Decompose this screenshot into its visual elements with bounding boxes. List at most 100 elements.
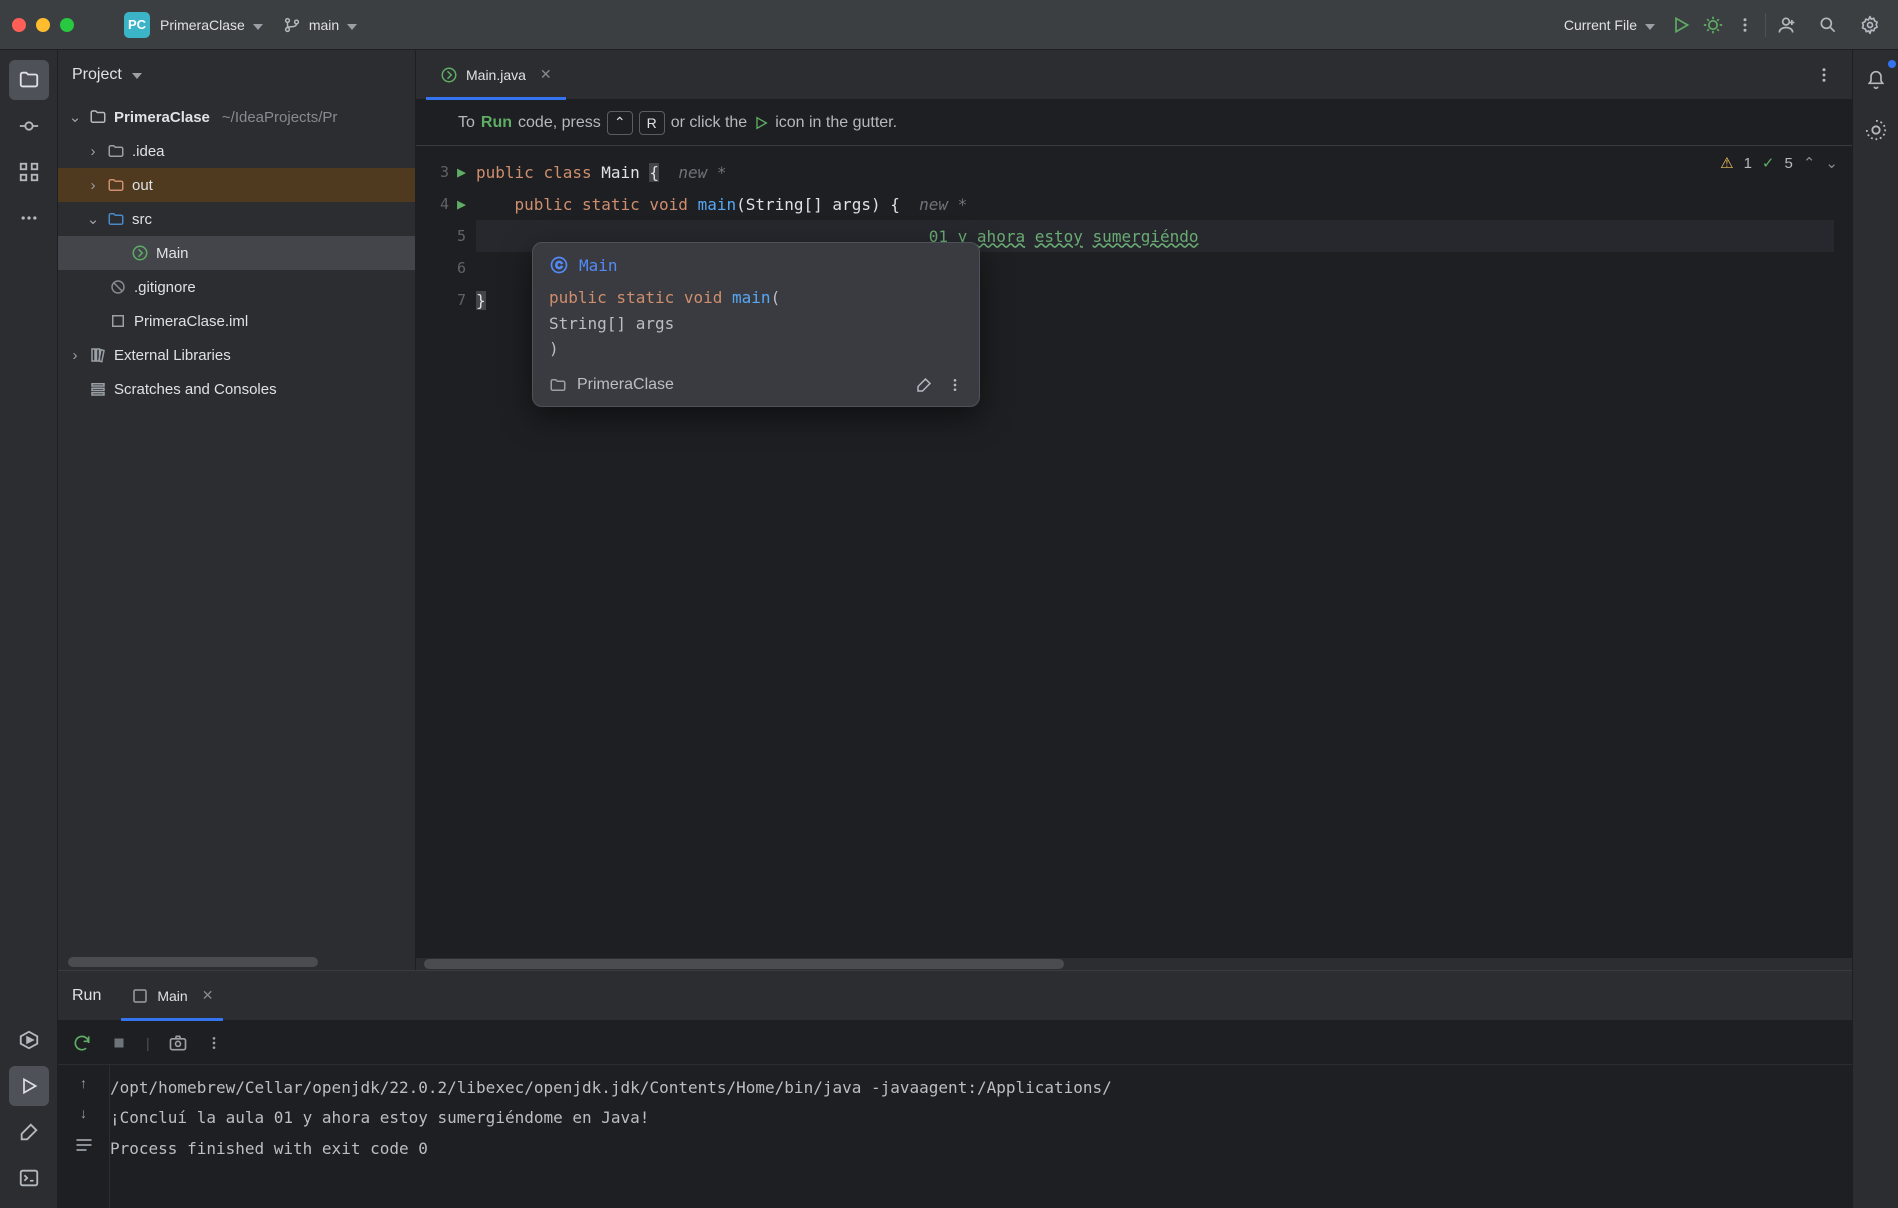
gutter-run-icon[interactable]: ▶	[457, 195, 466, 213]
folder-icon	[106, 176, 126, 194]
maximize-window-button[interactable]	[60, 18, 74, 32]
tree-file-gitignore[interactable]: .gitignore	[58, 270, 415, 304]
soft-wrap-button[interactable]	[74, 1135, 94, 1155]
code-content[interactable]: public class Main { new * public static …	[476, 146, 1834, 958]
stop-button[interactable]	[110, 1034, 128, 1052]
quick-doc-popup: C Main public static void main( String[]…	[532, 242, 980, 407]
run-title: Run	[72, 987, 101, 1005]
edit-icon[interactable]	[915, 376, 933, 394]
banner-text: To	[458, 114, 475, 132]
notifications-button[interactable]	[1856, 60, 1896, 100]
console-line: Process finished with exit code 0	[110, 1134, 1838, 1164]
close-tab-icon[interactable]: ✕	[540, 66, 552, 83]
editor-area: Main.java ✕ To Run code, press ⌃	[416, 50, 1852, 970]
class-icon	[130, 244, 150, 262]
console-line: ¡Concluí la aula 01 y ahora estoy sumerg…	[110, 1103, 1838, 1133]
window-controls	[12, 18, 74, 32]
run-side-toolbar: ↑ ↓	[58, 1065, 110, 1208]
settings-button[interactable]	[1854, 9, 1886, 41]
more-actions-button[interactable]	[1729, 9, 1761, 41]
editor-tab-more-button[interactable]	[1808, 59, 1840, 91]
run-console[interactable]: /opt/homebrew/Cellar/openjdk/22.0.2/libe…	[110, 1065, 1852, 1208]
project-badge: PC	[124, 12, 150, 38]
line-number: 4	[440, 195, 449, 213]
scratches-icon	[88, 380, 108, 398]
line-number: 6	[457, 259, 466, 277]
minimize-window-button[interactable]	[36, 18, 50, 32]
tree-folder-src[interactable]: ⌄ src	[58, 202, 415, 236]
line-number: 5	[457, 227, 466, 245]
git-branch-menu[interactable]: main	[273, 10, 367, 40]
code-token: main	[698, 195, 737, 214]
collapse-arrow-icon[interactable]: ›	[86, 177, 100, 194]
inlay-hint: new *	[900, 195, 967, 214]
separator	[1765, 13, 1766, 37]
code-token: class	[543, 163, 601, 182]
tree-folder-out[interactable]: › out	[58, 168, 415, 202]
code-with-me-button[interactable]	[1770, 9, 1802, 41]
code-token: estoy	[1035, 227, 1083, 246]
code-token: ahora	[977, 227, 1025, 246]
services-tool-button[interactable]	[9, 1020, 49, 1060]
expand-arrow-icon[interactable]: ⌄	[68, 108, 82, 126]
code-token: sumergiéndo	[1093, 227, 1199, 246]
tree-label: .idea	[132, 143, 165, 160]
run-config-menu[interactable]: Current File	[1554, 11, 1665, 39]
tree-root[interactable]: ⌄ PrimeraClase ~/IdeaProjects/Pr	[58, 100, 415, 134]
structure-tool-button[interactable]	[9, 152, 49, 192]
tree-external-libs[interactable]: › External Libraries	[58, 338, 415, 372]
tree-label: out	[132, 177, 153, 194]
project-tool-button[interactable]	[9, 60, 49, 100]
banner-text: code, press	[518, 114, 601, 132]
run-tool-button[interactable]	[9, 1066, 49, 1106]
down-stack-button[interactable]: ↓	[80, 1105, 87, 1121]
screenshot-button[interactable]	[168, 1033, 188, 1053]
search-everywhere-button[interactable]	[1812, 9, 1844, 41]
popup-more-icon[interactable]	[947, 377, 963, 393]
project-tree: ⌄ PrimeraClase ~/IdeaProjects/Pr › .idea	[58, 100, 415, 954]
project-name-label: PrimeraClase	[160, 17, 245, 33]
editor-scrollbar-thumb[interactable]	[424, 959, 1064, 969]
tree-folder-idea[interactable]: › .idea	[58, 134, 415, 168]
tree-file-main[interactable]: Main	[58, 236, 415, 270]
tree-label: PrimeraClase.iml	[134, 313, 248, 330]
run-button[interactable]	[1665, 9, 1697, 41]
collapse-arrow-icon[interactable]: ›	[68, 347, 82, 364]
more-tools-button[interactable]	[9, 198, 49, 238]
gutter-run-icon[interactable]: ▶	[457, 163, 466, 181]
code-editor[interactable]: ⚠ 1 ✓ 5 ⌃ ⌄ 3▶ 4▶ 5 6 7	[416, 146, 1852, 958]
debug-button[interactable]	[1697, 9, 1729, 41]
close-window-button[interactable]	[12, 18, 26, 32]
project-panel-header[interactable]: Project	[58, 50, 415, 100]
editor-horizontal-scrollbar-track[interactable]	[416, 958, 1852, 970]
commit-tool-button[interactable]	[9, 106, 49, 146]
run-tab-main[interactable]: Main ✕	[121, 971, 223, 1020]
ai-assistant-button[interactable]	[1856, 110, 1896, 150]
terminal-tool-button[interactable]	[9, 1158, 49, 1198]
left-tool-strip	[0, 50, 58, 1208]
editor-tab-main[interactable]: Main.java ✕	[426, 50, 566, 99]
code-token: public static void	[515, 195, 698, 214]
error-stripe[interactable]	[1834, 146, 1852, 958]
code-token: String[] args	[549, 314, 674, 333]
close-tab-icon[interactable]: ✕	[202, 987, 214, 1004]
editor-tabs: Main.java ✕	[416, 50, 1852, 100]
module-icon	[549, 376, 567, 394]
code-token: {	[649, 163, 659, 182]
expand-arrow-icon[interactable]: ⌄	[86, 210, 100, 228]
inlay-hint: new *	[659, 163, 726, 182]
tree-file-iml[interactable]: PrimeraClase.iml	[58, 304, 415, 338]
rerun-button[interactable]	[72, 1033, 92, 1053]
run-more-button[interactable]	[206, 1035, 222, 1051]
collapse-arrow-icon[interactable]: ›	[86, 143, 100, 160]
code-token: main	[732, 288, 771, 307]
tree-scratches[interactable]: Scratches and Consoles	[58, 372, 415, 406]
up-stack-button[interactable]: ↑	[80, 1075, 87, 1091]
module-file-icon	[108, 312, 128, 330]
project-scrollbar[interactable]	[68, 957, 318, 967]
build-tool-button[interactable]	[9, 1112, 49, 1152]
folder-icon	[88, 108, 108, 126]
project-menu[interactable]: PrimeraClase	[150, 11, 273, 39]
library-icon	[88, 346, 108, 364]
source-folder-icon	[106, 210, 126, 228]
